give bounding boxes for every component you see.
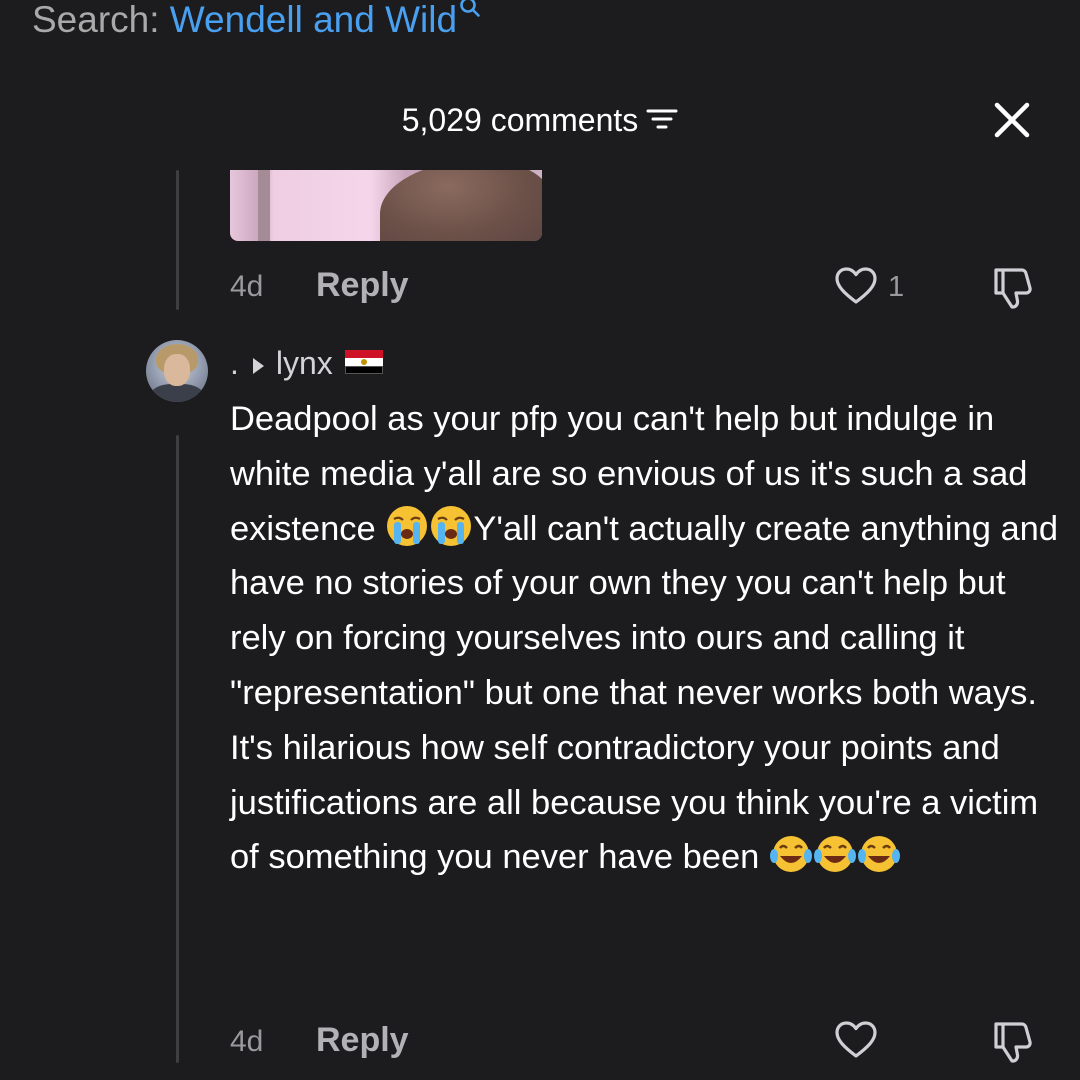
- loudly-crying-face-icon: [387, 505, 428, 546]
- comment-timestamp: 4d: [230, 1025, 264, 1058]
- thread-line: [176, 170, 179, 310]
- image-detail: [258, 170, 270, 241]
- loudly-crying-face-icon: [431, 505, 472, 546]
- comment-text-part: Y'all can't actually create anything and…: [230, 509, 1059, 877]
- dislike-icon[interactable]: [988, 266, 1034, 315]
- dislike-icon[interactable]: [988, 1020, 1034, 1069]
- like-count: 1: [888, 271, 905, 303]
- search-prefix: Search:: [32, 0, 160, 40]
- reply-button[interactable]: Reply: [316, 1021, 409, 1060]
- comment-text: Deadpool as your pfp you can't help but …: [230, 392, 1060, 885]
- sort-filter-icon[interactable]: [646, 101, 678, 141]
- avatar-detail: [150, 384, 204, 402]
- search-bar[interactable]: Search: Wendell and Wild: [32, 0, 481, 40]
- reply-button[interactable]: Reply: [316, 266, 409, 305]
- comments-header: 5,029 comments: [0, 100, 1080, 143]
- egypt-flag-icon: [344, 349, 383, 374]
- reply-arrow-icon: [252, 358, 264, 374]
- comment-author[interactable]: . lynx: [230, 343, 383, 383]
- reply-timestamp: 4d: [230, 270, 264, 303]
- tears-of-joy-icon: [857, 836, 900, 873]
- heart-icon[interactable]: [834, 1020, 878, 1065]
- image-detail: [380, 170, 542, 241]
- search-query[interactable]: Wendell and Wild: [170, 0, 457, 40]
- comments-count: 5,029 comments: [401, 102, 639, 138]
- username[interactable]: lynx: [276, 345, 333, 381]
- thread-line: [176, 435, 179, 1063]
- close-icon[interactable]: [990, 98, 1034, 142]
- tears-of-joy-icon: [769, 836, 812, 873]
- avatar[interactable]: [146, 340, 208, 402]
- reply-image-attachment[interactable]: [230, 170, 542, 241]
- user-prefix: .: [230, 345, 239, 381]
- search-icon[interactable]: [459, 0, 481, 26]
- heart-icon[interactable]: [834, 266, 878, 311]
- avatar-detail: [164, 354, 190, 386]
- tears-of-joy-icon: [813, 836, 856, 873]
